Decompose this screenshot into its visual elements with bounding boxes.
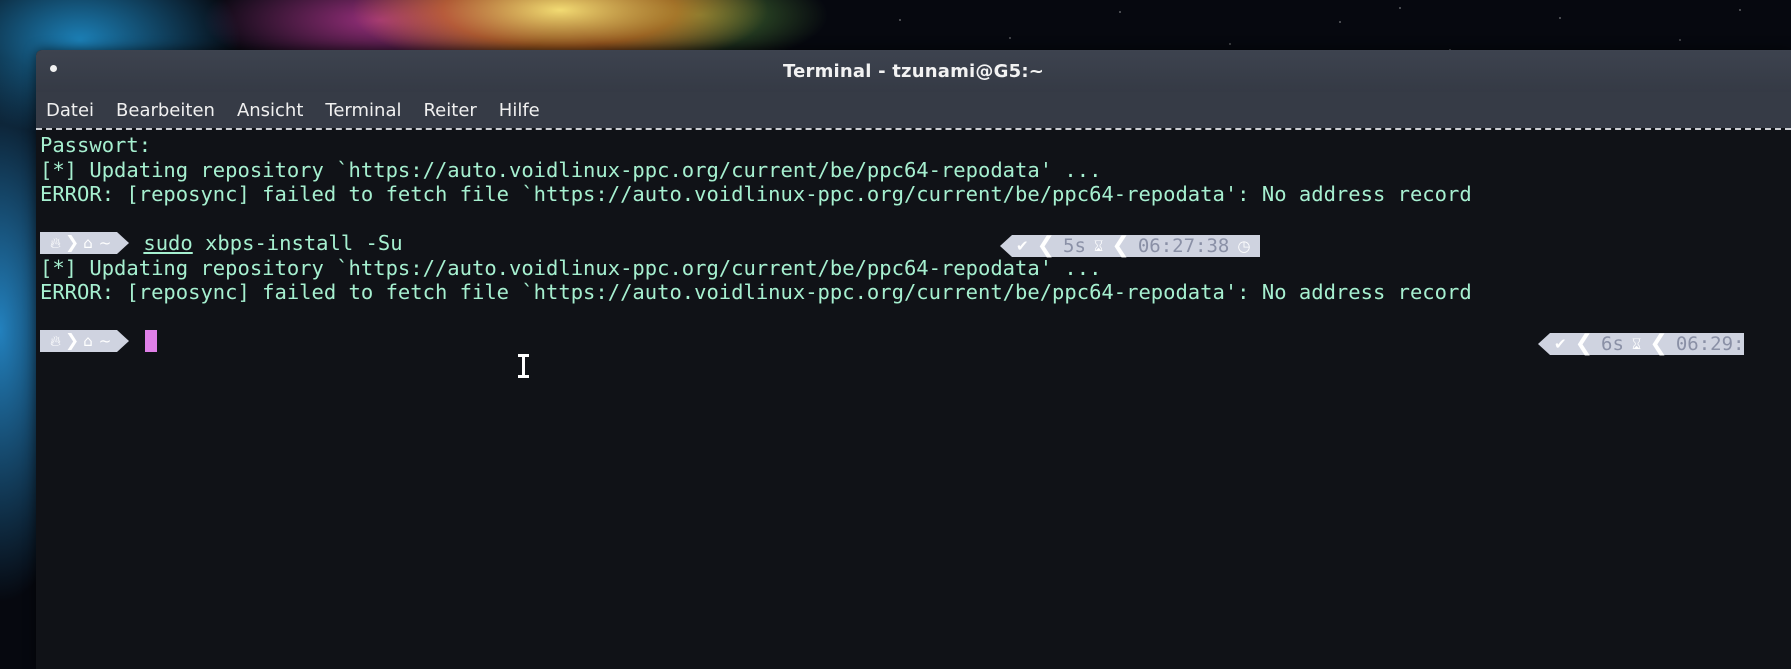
output-line-error: ERROR: [reposync] failed to fetch file `… (40, 182, 1472, 206)
title-bar[interactable]: Terminal - tzunami@G5:~ (36, 50, 1791, 92)
ibeam-mouse-cursor (518, 354, 529, 378)
output-line-updating: [*] Updating repository `https://auto.vo… (40, 157, 1102, 182)
prompt-arrow (117, 330, 130, 353)
right-prompt-arrow (1538, 333, 1550, 355)
right-prompt-arrow (1000, 235, 1012, 257)
prompt-dir: ~ (98, 234, 112, 252)
command-text: sudo xbps-install -Su (143, 231, 402, 256)
clock-icon: ◷ (1237, 236, 1251, 255)
window-title: Terminal - tzunami@G5:~ (783, 61, 1044, 82)
checkmark-icon: ✔ (1554, 334, 1567, 353)
right-prompt-body: ✔ ❮ 5s ⌛︎ ❮ 06:27:38 ◷ (1012, 233, 1261, 258)
hourglass-icon: ⌛︎ (1093, 236, 1104, 255)
terminal-window: Terminal - tzunami@G5:~ Datei Bearbeiten… (36, 50, 1791, 669)
home-icon: ⌂ (83, 234, 93, 252)
prompt-separator: ❯ (65, 233, 80, 253)
command-time: 06:27:38 (1137, 234, 1230, 257)
right-prompt-separator: ❮ (1036, 233, 1056, 258)
command-time: 06:29: (1675, 332, 1745, 355)
menu-datei[interactable]: Datei (46, 100, 94, 121)
right-prompt: ✔ ❮ 6s ⌛︎ ❮ 06:29: (1538, 331, 1745, 356)
prompt-segment: 🔥︎ ❯ ⌂ ~ (40, 330, 118, 353)
menu-hilfe[interactable]: Hilfe (499, 100, 540, 121)
prompt-separator: ❯ (65, 331, 80, 351)
hourglass-icon: ⌛︎ (1631, 334, 1642, 353)
prompt-arrow (117, 232, 130, 255)
menu-reiter[interactable]: Reiter (423, 100, 476, 121)
output-line-error: ERROR: [reposync] failed to fetch file `… (40, 280, 1472, 304)
command-duration: 6s (1601, 332, 1624, 355)
fire-icon: 🔥︎ (50, 332, 62, 350)
command-sudo: sudo (143, 231, 193, 255)
menu-ansicht[interactable]: Ansicht (237, 100, 303, 121)
text-cursor (145, 330, 158, 353)
right-prompt-separator: ❮ (1649, 331, 1668, 356)
password-line: Passwort: (40, 133, 152, 157)
prompt-line-current: 🔥︎ ❯ ⌂ ~ ✔ ❮ 6s ⌛︎ ❮ 06:29: (40, 329, 1791, 356)
checkmark-icon: ✔ (1016, 236, 1029, 255)
menu-bearbeiten[interactable]: Bearbeiten (116, 100, 215, 121)
right-prompt: ✔ ❮ 5s ⌛︎ ❮ 06:27:38 ◷ (1000, 233, 1261, 258)
menu-bar: Datei Bearbeiten Ansicht Terminal Reiter… (36, 92, 1791, 128)
right-prompt-separator: ❮ (1574, 331, 1594, 356)
right-prompt-separator: ❮ (1111, 233, 1130, 258)
home-icon: ⌂ (83, 332, 93, 350)
fire-icon: 🔥︎ (50, 234, 62, 252)
terminal-output[interactable]: Passwort: [*] Updating repository `https… (36, 130, 1791, 669)
command-duration: 5s (1063, 234, 1086, 257)
right-prompt-body: ✔ ❮ 6s ⌛︎ ❮ 06:29: (1550, 331, 1745, 356)
output-line-updating: [*] Updating repository `https://auto.vo… (40, 255, 1102, 280)
prompt-segment: 🔥︎ ❯ ⌂ ~ (40, 232, 118, 255)
menu-terminal[interactable]: Terminal (325, 100, 401, 121)
prompt-dir: ~ (98, 332, 112, 350)
command-args: xbps-install -Su (192, 231, 403, 255)
prompt-line: 🔥︎ ❯ ⌂ ~ sudo xbps-install -Su ✔ ❮ 5s ⌛︎… (40, 231, 1791, 258)
